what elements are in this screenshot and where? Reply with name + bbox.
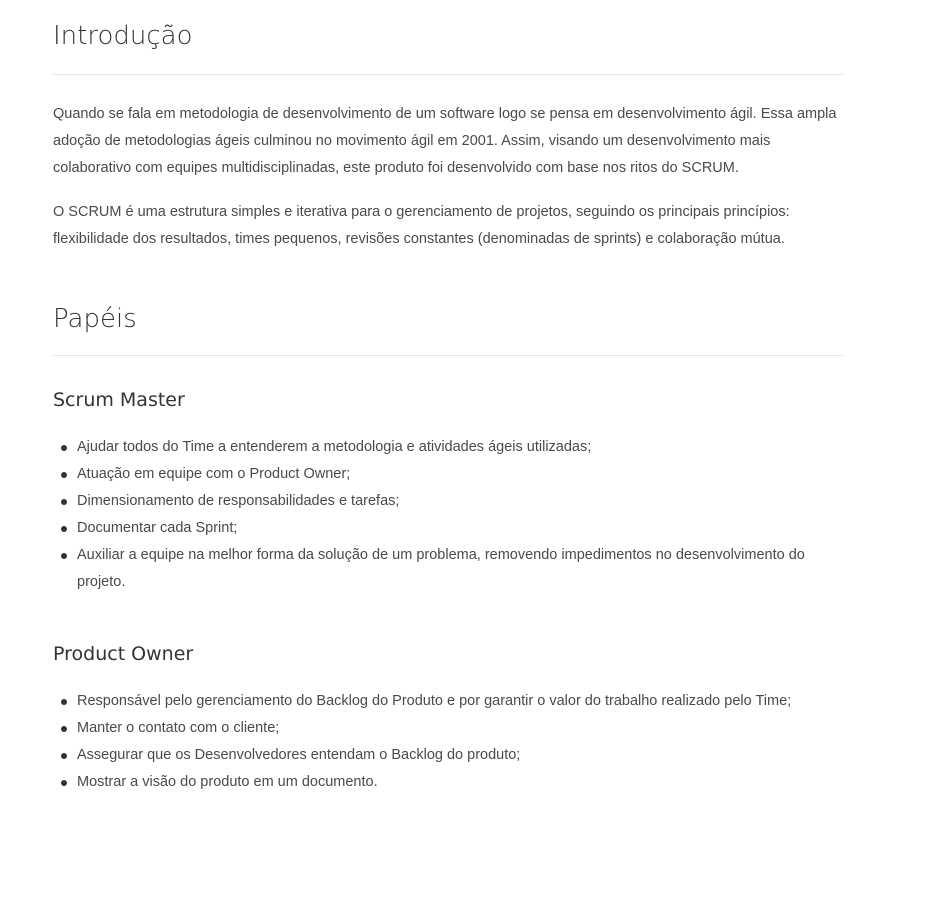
list-item: Dimensionamento de responsabilidades e t… (61, 488, 843, 515)
list-item-text: Auxiliar a equipe na melhor forma da sol… (77, 547, 805, 590)
document-content: Introdução Quando se fala em metodologia… (53, 0, 843, 796)
list-item-text: Assegurar que os Desenvolvedores entenda… (77, 747, 521, 763)
intro-paragraph-1: Quando se fala em metodologia de desenvo… (53, 106, 837, 176)
list-item: Mostrar a visão do produto em um documen… (61, 769, 843, 796)
list-item-text: Atuação em equipe com o Product Owner; (77, 466, 351, 482)
scrum-master-list: Ajudar todos do Time a entenderem a meto… (53, 434, 843, 596)
bullet-icon (61, 726, 67, 732)
list-item-text: Responsável pelo gerenciamento do Backlo… (77, 693, 792, 709)
list-item-text: Ajudar todos do Time a entenderem a meto… (77, 439, 592, 455)
list-item-text: Mostrar a visão do produto em um documen… (77, 774, 378, 790)
bullet-icon (61, 526, 67, 532)
intro-paragraph-2: O SCRUM é uma estrutura simples e iterat… (53, 204, 790, 247)
list-item: Documentar cada Sprint; (61, 515, 843, 542)
bullet-icon (61, 499, 67, 505)
bullet-icon (61, 780, 67, 786)
list-item-text: Documentar cada Sprint; (77, 520, 238, 536)
subsection-title-scrum-master: Scrum Master (53, 389, 185, 411)
bullet-icon (61, 445, 67, 451)
product-owner-list: Responsável pelo gerenciamento do Backlo… (53, 688, 843, 796)
section-title-papeis: Papéis (53, 301, 843, 356)
subsection-title-product-owner: Product Owner (53, 643, 194, 665)
section-title-introducao: Introdução (53, 0, 843, 75)
list-item: Ajudar todos do Time a entenderem a meto… (61, 434, 843, 461)
list-item-text: Manter o contato com o cliente; (77, 720, 280, 736)
list-item: Assegurar que os Desenvolvedores entenda… (61, 742, 843, 769)
bullet-icon (61, 472, 67, 478)
list-item-text: Dimensionamento de responsabilidades e t… (77, 493, 400, 509)
list-item: Responsável pelo gerenciamento do Backlo… (61, 688, 843, 715)
bullet-icon (61, 699, 67, 705)
bullet-icon (61, 553, 67, 559)
list-item: Atuação em equipe com o Product Owner; (61, 461, 843, 488)
bullet-icon (61, 753, 67, 759)
list-item: Auxiliar a equipe na melhor forma da sol… (61, 542, 843, 596)
list-item: Manter o contato com o cliente; (61, 715, 843, 742)
